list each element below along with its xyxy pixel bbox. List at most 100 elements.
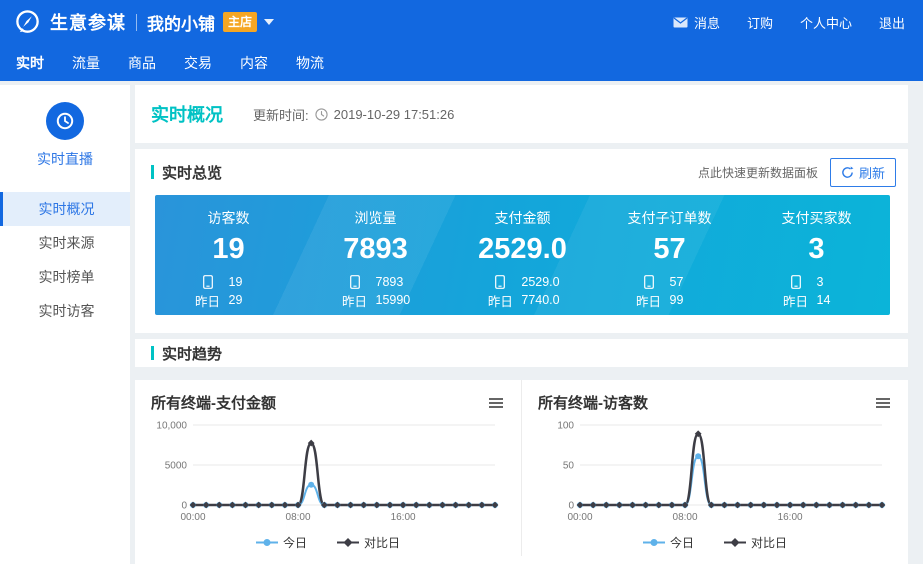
charts-row: 所有终端-支付金额 0 5000 10,000 00:00 08:00 16:00 今日 对… [135, 380, 908, 556]
clock-icon [55, 111, 75, 131]
svg-text:08:00: 08:00 [286, 512, 311, 523]
overview-section-title: 实时总览 [162, 162, 222, 183]
nav-item-trade[interactable]: 交易 [184, 53, 212, 73]
sidebar-group-label[interactable]: 实时直播 [37, 149, 93, 169]
yesterday-value: 7740.0 [515, 293, 559, 307]
svg-text:0: 0 [181, 501, 187, 512]
metric-yesterday-row: 昨日 29 [155, 291, 302, 309]
metric-device-value: 57 [664, 275, 706, 289]
yesterday-label: 昨日 [781, 291, 811, 310]
yesterday-value: 99 [664, 293, 706, 307]
metric-device-row: 3 [743, 273, 890, 291]
chart-legend: 今日 对比日 [538, 534, 892, 551]
main-content: 实时概况 更新时间: 2019-10-29 17:51:26 实时总览 点此快速… [135, 85, 908, 564]
metric-value: 3 [743, 233, 890, 266]
metric-pageviews: 浏览量 7893 7893 昨日 15990 [302, 208, 449, 315]
sidebar-item-realtime-overview[interactable]: 实时概况 [0, 192, 130, 226]
metric-device-row: 2529.0 [449, 273, 596, 291]
sidebar-item-realtime-source[interactable]: 实时来源 [0, 226, 130, 260]
svg-text:5000: 5000 [165, 461, 188, 472]
yesterday-value: 14 [811, 293, 853, 307]
refresh-label: 刷新 [859, 163, 885, 182]
metric-title: 支付买家数 [743, 208, 890, 228]
account-center-link[interactable]: 个人中心 [800, 13, 852, 32]
messages-link[interactable]: 消息 [673, 13, 720, 32]
metric-device-value: 7893 [370, 275, 412, 289]
subscribe-label: 订购 [747, 13, 773, 32]
sidebar-item-realtime-visitors[interactable]: 实时访客 [0, 294, 130, 328]
logout-link[interactable]: 退出 [879, 13, 905, 32]
refresh-icon [841, 166, 854, 179]
metric-title: 支付金额 [449, 208, 596, 228]
metric-yesterday-row: 昨日 14 [743, 291, 890, 309]
yesterday-value: 15990 [370, 293, 412, 307]
nav-item-traffic[interactable]: 流量 [72, 53, 100, 73]
update-time-label: 更新时间: [253, 105, 309, 124]
chart-menu-icon[interactable] [874, 395, 892, 411]
metric-device-value: 3 [811, 275, 853, 289]
trend-section-header: 实时趋势 [135, 339, 908, 367]
refresh-hint: 点此快速更新数据面板 [698, 164, 818, 181]
metric-yesterday-row: 昨日 15990 [302, 291, 449, 309]
chart-visitors: 所有终端-访客数 0 50 100 00:00 08:00 16:00 今日 对比日 [521, 380, 908, 556]
yesterday-value: 29 [223, 293, 265, 307]
metric-title: 访客数 [155, 208, 302, 228]
metric-title: 浏览量 [302, 208, 449, 228]
page-title-card: 实时概况 更新时间: 2019-10-29 17:51:26 [135, 85, 908, 143]
legend-item-today[interactable]: 今日 [256, 534, 307, 551]
chart-legend: 今日 对比日 [151, 534, 505, 551]
shop-type-badge: 主店 [223, 12, 257, 32]
trend-section-title: 实时趋势 [162, 343, 222, 364]
svg-text:08:00: 08:00 [673, 512, 698, 523]
yesterday-label: 昨日 [193, 291, 223, 310]
legend-item-today[interactable]: 今日 [643, 534, 694, 551]
metric-visitors: 访客数 19 19 昨日 29 [155, 208, 302, 315]
realtime-live-module[interactable] [46, 102, 84, 140]
svg-text:100: 100 [557, 421, 574, 432]
svg-text:00:00: 00:00 [567, 512, 592, 523]
nav-item-logistics[interactable]: 物流 [296, 53, 324, 73]
realtime-overview-card: 实时总览 点此快速更新数据面板 刷新 访客数 19 1 [135, 149, 908, 333]
svg-text:0: 0 [568, 501, 574, 512]
overview-section-header: 实时总览 点此快速更新数据面板 刷新 [135, 149, 908, 195]
chevron-down-icon[interactable] [264, 19, 274, 25]
subscribe-link[interactable]: 订购 [747, 13, 773, 32]
metric-yesterday-row: 昨日 99 [596, 291, 743, 309]
svg-text:00:00: 00:00 [180, 512, 205, 523]
svg-text:16:00: 16:00 [778, 512, 803, 523]
chart-payment-amount: 所有终端-支付金额 0500010,00000:0008:0016:00 今日对… [135, 380, 521, 556]
line-chart-payment: 0500010,00000:0008:0016:00 [151, 415, 505, 534]
chart-title: 所有终端-支付金额 [151, 392, 276, 413]
section-accent-bar [151, 165, 154, 179]
refresh-button[interactable]: 刷新 [830, 158, 896, 187]
trend-charts-card: 所有终端-支付金额 0 5000 10,000 00:00 08:00 16:00 今日 对… [135, 380, 908, 564]
shop-name[interactable]: 我的小铺 [147, 10, 215, 35]
metric-sub-orders: 支付子订单数 57 57 昨日 99 [596, 208, 743, 315]
metric-device-value: 2529.0 [515, 275, 559, 289]
metric-device-row: 57 [596, 273, 743, 291]
yesterday-label: 昨日 [340, 291, 370, 310]
clock-outline-icon [315, 108, 328, 121]
nav-item-content[interactable]: 内容 [240, 53, 268, 73]
sidebar: 实时直播 实时概况 实时来源 实时榜单 实时访客 [0, 85, 130, 564]
svg-text:50: 50 [563, 461, 575, 472]
svg-text:10,000: 10,000 [156, 421, 187, 432]
nav-item-realtime[interactable]: 实时 [16, 53, 44, 73]
brand-title: 生意参谋 [50, 9, 126, 35]
sidebar-item-realtime-ranking[interactable]: 实时榜单 [0, 260, 130, 294]
nav-item-products[interactable]: 商品 [128, 53, 156, 73]
legend-item-compare[interactable]: 对比日 [337, 534, 400, 551]
metric-device-row: 19 [155, 273, 302, 291]
metric-yesterday-row: 昨日 7740.0 [449, 291, 596, 309]
yesterday-label: 昨日 [634, 291, 664, 310]
legend-item-compare[interactable]: 对比日 [724, 534, 787, 551]
mail-icon [673, 17, 688, 28]
chart-menu-icon[interactable] [487, 395, 505, 411]
page-body: 实时直播 实时概况 实时来源 实时榜单 实时访客 实时概况 更新时间: 2019… [0, 85, 923, 564]
sycm-logo-icon[interactable] [14, 9, 41, 36]
sidebar-menu: 实时概况 实时来源 实时榜单 实时访客 [0, 192, 130, 328]
messages-label: 消息 [694, 13, 720, 32]
chart-title: 所有终端-访客数 [538, 392, 648, 413]
mobile-icon [791, 275, 801, 289]
section-accent-bar [151, 346, 154, 360]
